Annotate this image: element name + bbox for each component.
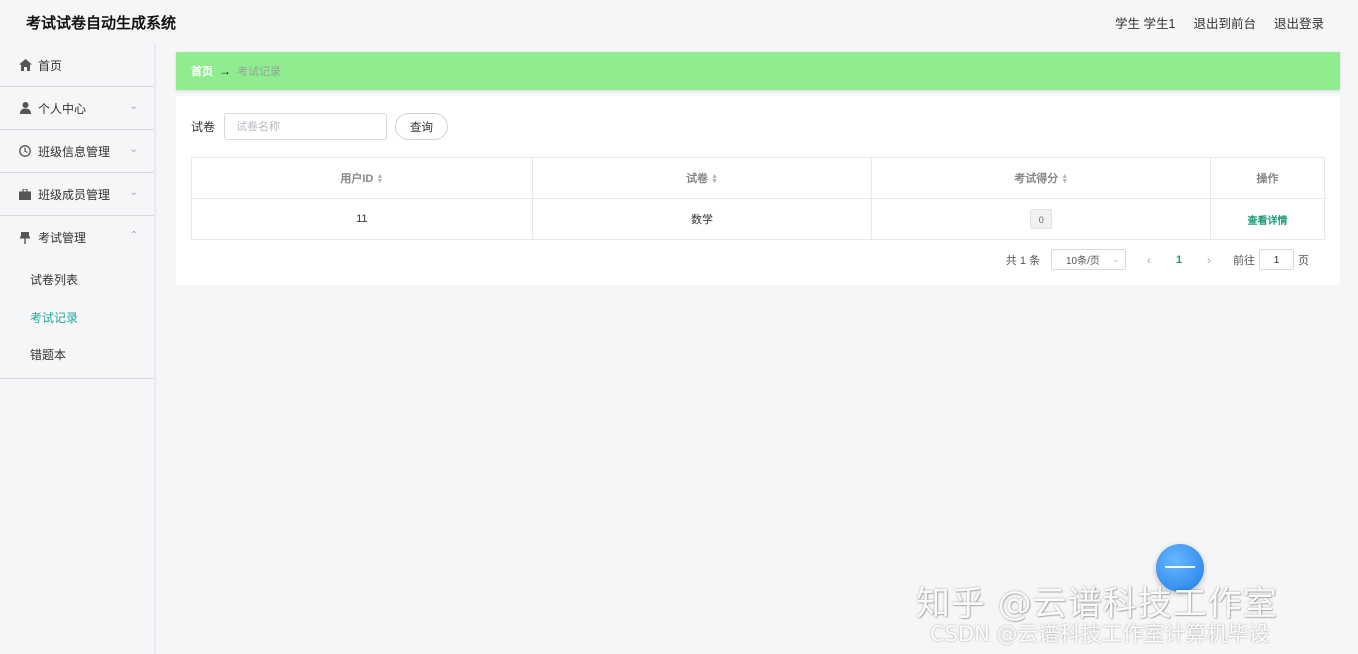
sidebar-item-label: 个人中心 (38, 101, 87, 116)
table-row: 11 数学 0 查看详情 (191, 198, 1325, 240)
clock-icon (18, 144, 32, 158)
chevron-down-icon: ⌄ (129, 144, 138, 155)
chevron-up-icon: ⌃ (129, 230, 138, 241)
breadcrumb-current: 考试记录 (237, 66, 281, 78)
watermark-csdn: CSDN @云谱科技工作室计算机毕设 (930, 622, 1270, 646)
sidebar-item-home[interactable]: 首页 (0, 44, 154, 87)
sort-icon[interactable]: ▲ ▼ (376, 173, 383, 185)
records-panel: 试卷 查询 用户ID▲▼ 试卷▲▼ 考试得分▲▼ 操作 11 数学 0 查看详情… (176, 96, 1340, 285)
goto-page: 前往 页 (1233, 249, 1309, 270)
column-header-user-id[interactable]: 用户ID ▲ ▼ (191, 157, 533, 199)
user-icon (18, 101, 32, 115)
next-page-button[interactable]: › (1194, 253, 1224, 267)
sidebar-item-exam-management[interactable]: 考试管理 ⌃ (0, 216, 154, 259)
sort-icon[interactable]: ▲ ▼ (711, 173, 718, 185)
sidebar-item-personal-center[interactable]: 个人中心 ⌄ (0, 87, 154, 130)
goto-suffix: 页 (1298, 254, 1309, 267)
column-header-score[interactable]: 考试得分 ▲ ▼ (871, 157, 1212, 199)
sidebar-item-class-info[interactable]: 班级信息管理 ⌄ (0, 130, 154, 173)
sidebar-item-label: 班级成员管理 (38, 187, 111, 202)
sort-icon[interactable]: ▲ ▼ (1061, 173, 1068, 185)
query-button[interactable]: 查询 (395, 113, 449, 140)
arrow-right-icon: → (219, 64, 231, 78)
app-title: 考试试卷自动生成系统 (26, 14, 177, 32)
prev-page-button[interactable]: ‹ (1134, 253, 1164, 267)
paper-name-input[interactable] (224, 113, 388, 140)
chevron-down-icon: ⌄ (129, 187, 138, 198)
back-to-front-link[interactable]: 退出到前台 (1193, 13, 1256, 32)
table-header-row: 用户ID ▲ ▼ 试卷 ▲ ▼ 考试得分 ▲ ▼ 操作 (191, 157, 1325, 199)
search-row: 试卷 查询 (191, 113, 449, 140)
column-header-paper[interactable]: 试卷 ▲ ▼ (531, 157, 873, 199)
page-number[interactable]: 1 (1164, 254, 1194, 266)
home-icon (18, 58, 32, 72)
breadcrumb: 首页 → 考试记录 (176, 52, 1340, 90)
sidebar-item-exam-records[interactable]: 考试记录 (0, 299, 154, 337)
cell-user-id: 11 (191, 198, 533, 240)
top-links: 学生 学生1 退出到前台 退出登录 (1115, 13, 1324, 32)
cell-score: 0 (871, 198, 1212, 240)
sidebar-item-class-members[interactable]: 班级成员管理 ⌄ (0, 173, 154, 216)
sidebar-item-label: 首页 (38, 58, 63, 73)
sidebar-item-label: 班级信息管理 (38, 144, 111, 159)
score-badge: 0 (1030, 209, 1053, 229)
cell-action: 查看详情 (1210, 198, 1325, 240)
pagination: 共 1 条 10条/页 ⌄ ‹ 1 › 前往 页 (1006, 249, 1309, 270)
column-header-action: 操作 (1210, 157, 1325, 199)
page-size-select[interactable]: 10条/页 ⌄ (1051, 249, 1126, 270)
pin-icon (18, 231, 32, 245)
logout-link[interactable]: 退出登录 (1274, 13, 1324, 32)
sidebar-item-label: 考试管理 (38, 231, 87, 245)
goto-label: 前往 (1233, 254, 1255, 267)
chevron-down-icon: ⌄ (1112, 255, 1119, 264)
exam-records-table: 用户ID ▲ ▼ 试卷 ▲ ▼ 考试得分 ▲ ▼ 操作 11 数学 0 查看详情 (191, 157, 1325, 240)
view-details-link[interactable]: 查看详情 (1248, 216, 1288, 227)
search-label: 试卷 (191, 120, 216, 134)
top-bar: 考试试卷自动生成系统 学生 学生1 退出到前台 退出登录 (0, 0, 1358, 44)
sidebar-item-wrong-questions[interactable]: 错题本 (0, 336, 154, 374)
breadcrumb-home[interactable]: 首页 (191, 63, 213, 79)
chevron-down-icon: ⌄ (129, 101, 138, 112)
cell-paper: 数学 (531, 198, 873, 240)
briefcase-icon (18, 187, 32, 201)
sidebar-item-paper-list[interactable]: 试卷列表 (0, 261, 154, 299)
goto-page-input[interactable] (1259, 249, 1294, 270)
sidebar: 首页 个人中心 ⌄ 班级信息管理 ⌄ 班级成员管理 ⌄ 考试管理 ⌃ 试卷列表 … (0, 44, 156, 654)
pagination-total: 共 1 条 (1005, 254, 1040, 267)
user-name-label[interactable]: 学生 学生1 (1115, 13, 1175, 32)
exam-management-submenu: 试卷列表 考试记录 错题本 (0, 259, 154, 379)
